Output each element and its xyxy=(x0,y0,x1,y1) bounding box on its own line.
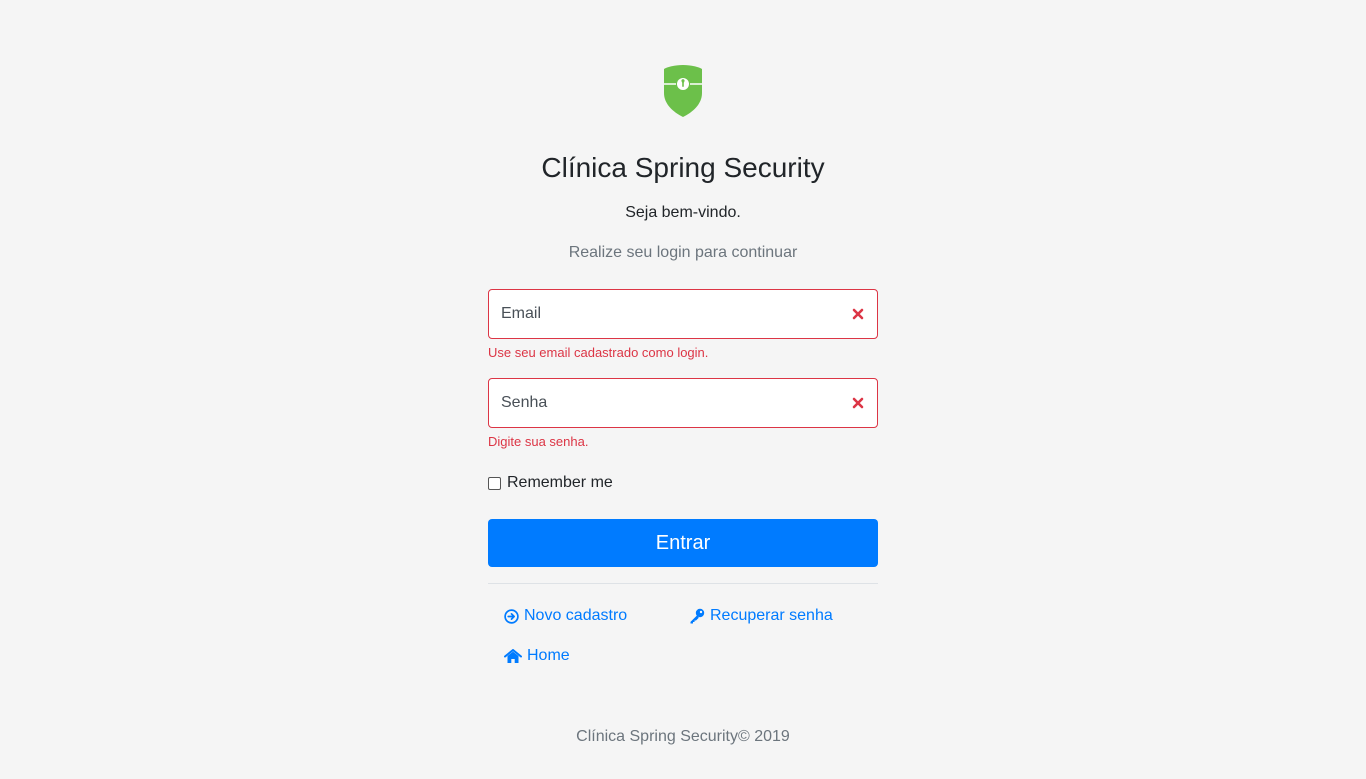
invalid-times-icon xyxy=(852,397,864,409)
checkbox-square-icon[interactable] xyxy=(488,476,501,490)
footer-copyright: Clínica Spring Security© 2019 xyxy=(576,728,790,745)
remember-me-label: Remember me xyxy=(507,474,613,491)
page-title: Clínica Spring Security xyxy=(541,152,825,183)
email-input[interactable] xyxy=(489,290,839,338)
new-account-link[interactable]: Novo cadastro xyxy=(504,606,627,626)
home-icon xyxy=(504,648,522,663)
shield-logo-icon xyxy=(664,65,702,117)
password-input[interactable] xyxy=(489,379,839,427)
remember-me-checkbox[interactable]: Remember me xyxy=(488,473,878,493)
recover-password-label: Recuperar senha xyxy=(710,607,833,624)
login-page: Clínica Spring Security Seja bem-vindo. … xyxy=(0,0,1366,779)
email-field-wrapper xyxy=(488,289,878,339)
password-field-wrapper xyxy=(488,378,878,428)
login-submit-button[interactable]: Entrar xyxy=(488,519,878,567)
arrow-circle-right-icon xyxy=(504,608,519,624)
welcome-text: Seja bem-vindo. xyxy=(625,204,741,221)
invalid-times-icon xyxy=(852,308,864,320)
login-form: Use seu email cadastrado como login. Dig… xyxy=(488,289,878,584)
home-label: Home xyxy=(527,647,570,664)
password-error-message: Digite sua senha. xyxy=(488,434,589,449)
home-link[interactable]: Home xyxy=(504,646,570,666)
login-subtitle: Realize seu login para continuar xyxy=(568,244,798,261)
key-icon xyxy=(690,608,705,624)
new-account-label: Novo cadastro xyxy=(524,607,628,624)
divider xyxy=(488,583,878,584)
recover-password-link[interactable]: Recuperar senha xyxy=(689,606,833,626)
email-error-message: Use seu email cadastrado como login. xyxy=(488,345,709,360)
